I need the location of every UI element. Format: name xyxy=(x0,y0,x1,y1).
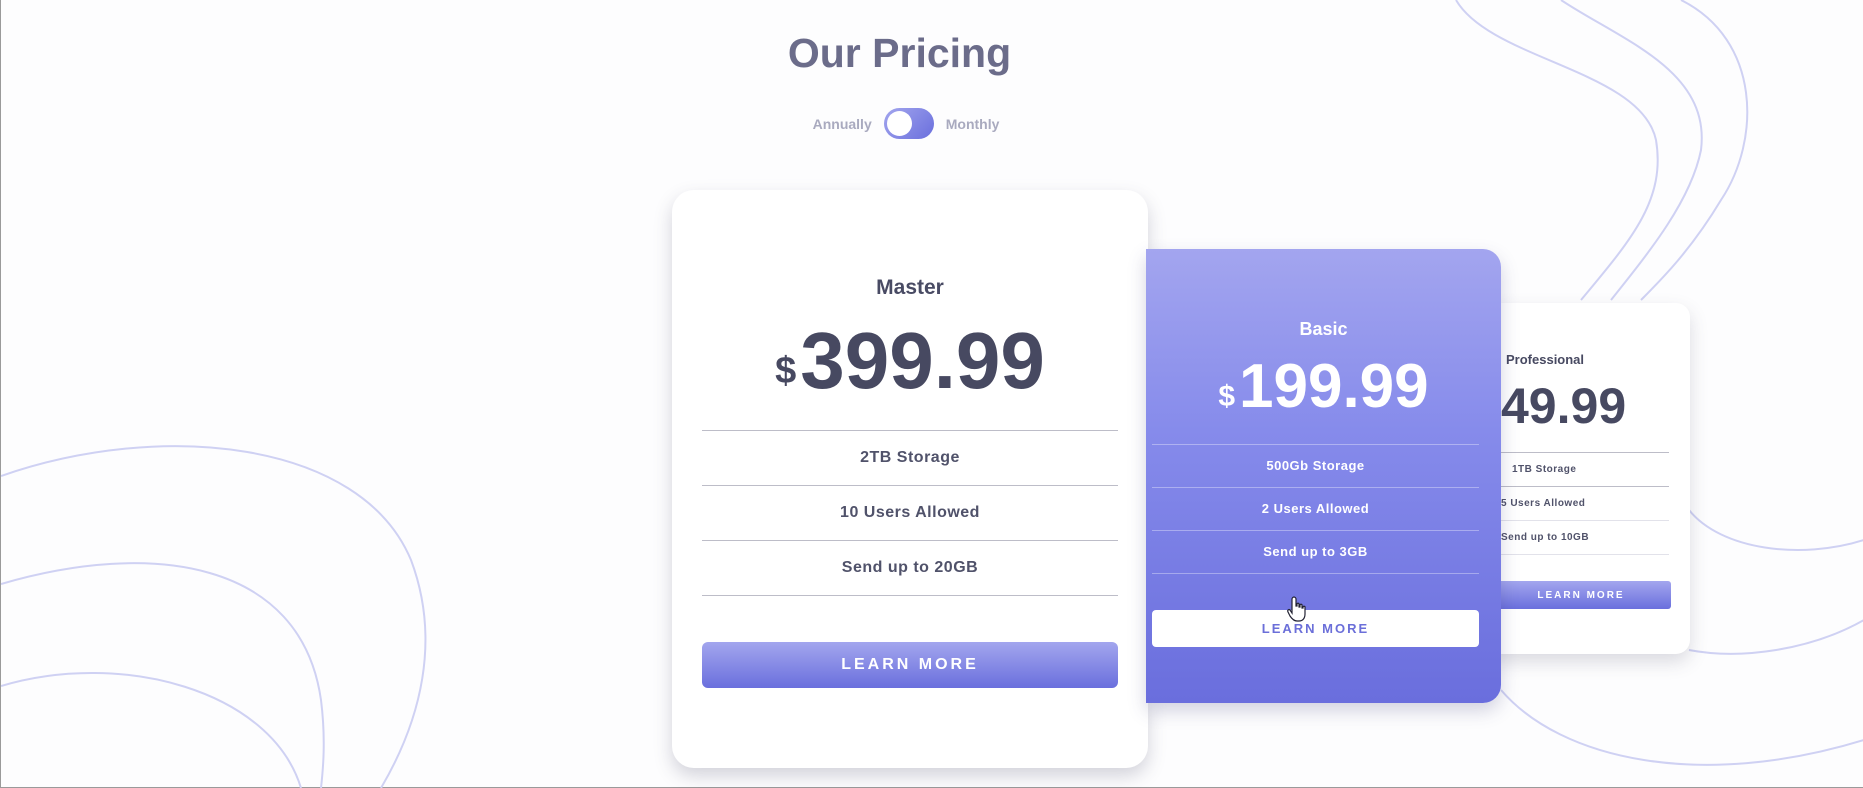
feature-list: 2TB Storage 10 Users Allowed Send up to … xyxy=(702,430,1118,596)
price-amount: 199.99 xyxy=(1239,352,1429,421)
billing-toggle-row: Annually Monthly xyxy=(1,108,1811,139)
price-amount: 49.99 xyxy=(1501,378,1627,434)
plan-name: Basic xyxy=(1299,319,1348,339)
feature-item: Send up to 3GB xyxy=(1152,531,1479,574)
currency-symbol: $ xyxy=(775,350,797,392)
feature-item: 500Gb Storage xyxy=(1152,445,1479,488)
price-amount: 399.99 xyxy=(800,316,1045,405)
feature-list: 500Gb Storage 2 Users Allowed Send up to… xyxy=(1152,444,1479,574)
switch-knob xyxy=(886,111,912,136)
plan-price: $49.99 xyxy=(1501,378,1626,434)
feature-item: Send up to 20GB xyxy=(702,541,1118,596)
feature-item: 2TB Storage xyxy=(702,431,1118,486)
page-title: Our Pricing xyxy=(787,30,1012,76)
pricing-card-professional: Professional $49.99 1TB Storage 5 Users … xyxy=(1491,303,1690,654)
learn-more-button-basic[interactable]: LEARN MORE xyxy=(1152,610,1479,647)
learn-more-button-master[interactable]: LEARN MORE xyxy=(702,642,1118,688)
plan-name: Master xyxy=(876,276,944,299)
feature-item: 5 Users Allowed xyxy=(1491,487,1669,521)
billing-period-switch[interactable] xyxy=(883,108,934,139)
feature-item: Send up to 10GB xyxy=(1491,521,1669,555)
plan-price: $399.99 xyxy=(672,316,1148,406)
monthly-label[interactable]: Monthly xyxy=(946,116,1000,132)
hand-pointer-icon xyxy=(1287,596,1306,622)
pricing-card-basic: Basic $199.99 500Gb Storage 2 Users Allo… xyxy=(1146,249,1501,703)
annually-label[interactable]: Annually xyxy=(813,116,872,132)
plan-name: Professional xyxy=(1506,352,1585,367)
feature-item: 2 Users Allowed xyxy=(1152,488,1479,531)
feature-item: 10 Users Allowed xyxy=(702,486,1118,541)
currency-symbol: $ xyxy=(1218,380,1236,413)
feature-list: 1TB Storage 5 Users Allowed Send up to 1… xyxy=(1491,452,1669,555)
plan-price: $199.99 xyxy=(1146,352,1501,422)
learn-more-button-professional[interactable]: LEARN MORE xyxy=(1491,581,1671,609)
pricing-card-master: Master $399.99 2TB Storage 10 Users Allo… xyxy=(672,190,1148,768)
feature-item: 1TB Storage xyxy=(1491,453,1669,487)
